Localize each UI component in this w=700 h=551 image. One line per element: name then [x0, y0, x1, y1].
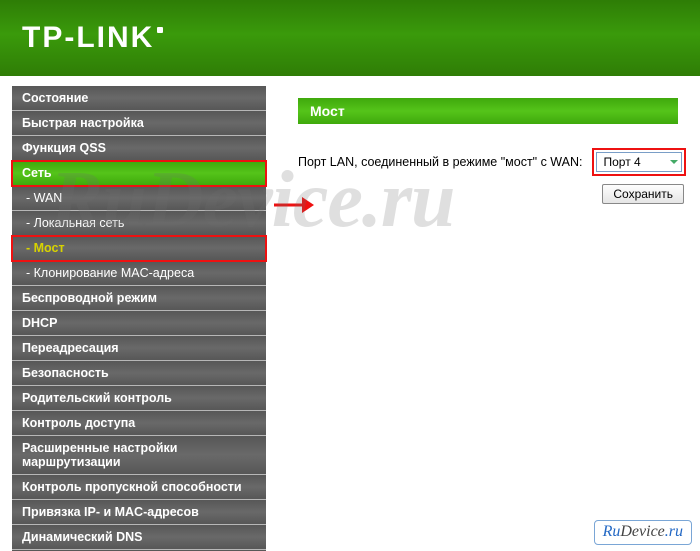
sidebar-item-label: Контроль пропускной способности: [22, 480, 242, 494]
sidebar-subitem-4[interactable]: - WAN: [12, 186, 266, 211]
header-band: TP-LINK: [0, 0, 700, 76]
sidebar-item-2[interactable]: Функция QSS: [12, 136, 266, 161]
bridge-port-row: Порт LAN, соединенный в режиме "мост" с …: [298, 152, 694, 172]
sidebar-item-label: Функция QSS: [22, 141, 106, 155]
sidebar-nav: Состояние Быстрая настройка Функция QSS Сет…: [0, 76, 280, 551]
sidebar-item-label: DHCP: [22, 316, 57, 330]
sidebar-item-10[interactable]: Переадресация: [12, 336, 266, 361]
sidebar-item-14[interactable]: Расширенные настройки маршрутизации: [12, 436, 266, 475]
sidebar-item-label: Привязка IP- и MAC-адресов: [22, 505, 199, 519]
badge-part2: Device: [620, 523, 664, 540]
sidebar-item-label: Беспроводной режим: [22, 291, 157, 305]
sidebar-item-label: Расширенные настройки маршрутизации: [22, 441, 177, 469]
badge-part1: Ru: [603, 523, 621, 540]
main-layout: Состояние Быстрая настройка Функция QSS Сет…: [0, 76, 700, 551]
sidebar-item-1[interactable]: Быстрая настройка: [12, 111, 266, 136]
content-pane: Мост Порт LAN, соединенный в режиме "мос…: [280, 76, 700, 551]
sidebar-item-0[interactable]: Состояние: [12, 86, 266, 111]
sidebar-item-label: Динамический DNS: [22, 530, 143, 544]
section-title-bar: Мост: [298, 98, 678, 124]
select-value: Порт 4: [603, 155, 640, 169]
sidebar-item-17[interactable]: Динамический DNS: [12, 525, 266, 550]
sidebar-item-label: - Локальная сеть: [26, 216, 124, 230]
sidebar-subitem-5[interactable]: - Локальная сеть: [12, 211, 266, 236]
sidebar-subitem-6[interactable]: - Мост: [12, 236, 266, 261]
sidebar-subitem-7[interactable]: - Клонирование MAC-адреса: [12, 261, 266, 286]
sidebar-item-label: - Мост: [26, 241, 65, 255]
sidebar-item-8[interactable]: Беспроводной режим: [12, 286, 266, 311]
brand-text: TP-LINK: [22, 21, 154, 55]
field-label: Порт LAN, соединенный в режиме "мост" с …: [298, 155, 582, 169]
sidebar-item-3[interactable]: Сеть: [12, 161, 266, 186]
sidebar-item-label: Сеть: [22, 166, 52, 180]
badge-part3: .ru: [665, 523, 683, 540]
bridge-port-select[interactable]: Порт 4: [596, 152, 682, 172]
sidebar-item-label: Состояние: [22, 91, 88, 105]
sidebar-item-13[interactable]: Контроль доступа: [12, 411, 266, 436]
section-title: Мост: [310, 103, 345, 119]
sidebar-item-label: Переадресация: [22, 341, 119, 355]
brand-logo: TP-LINK: [22, 21, 163, 55]
sidebar-item-9[interactable]: DHCP: [12, 311, 266, 336]
save-button[interactable]: Сохранить: [602, 184, 684, 204]
sidebar-item-16[interactable]: Привязка IP- и MAC-адресов: [12, 500, 266, 525]
sidebar-item-label: Быстрая настройка: [22, 116, 144, 130]
chevron-down-icon: [669, 157, 679, 167]
sidebar-item-label: Безопасность: [22, 366, 109, 380]
brand-dot: [157, 27, 163, 33]
sidebar-item-label: - WAN: [26, 191, 62, 205]
sidebar-item-12[interactable]: Родительский контроль: [12, 386, 266, 411]
sidebar-item-label: Родительский контроль: [22, 391, 172, 405]
sidebar-item-15[interactable]: Контроль пропускной способности: [12, 475, 266, 500]
sidebar-item-label: - Клонирование MAC-адреса: [26, 266, 194, 280]
sidebar-item-label: Контроль доступа: [22, 416, 135, 430]
footer-badge: RuDevice.ru: [594, 520, 692, 545]
sidebar-item-11[interactable]: Безопасность: [12, 361, 266, 386]
